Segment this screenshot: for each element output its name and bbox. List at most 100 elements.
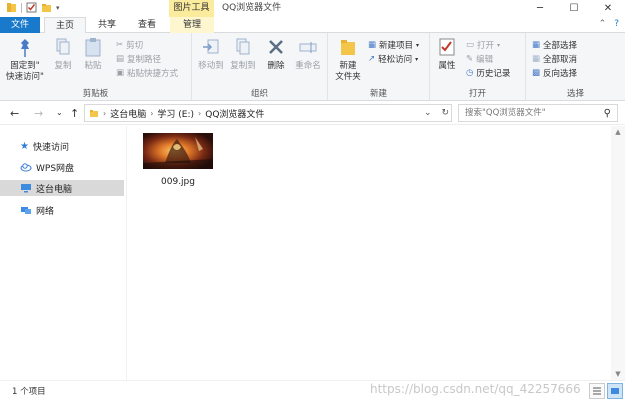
copy-to-label: 复制到 (230, 61, 256, 71)
copy-path-icon: ▤ (116, 54, 125, 64)
forward-button[interactable]: → (34, 107, 43, 120)
select-all-label: 全部选择 (543, 41, 578, 51)
select-all-button[interactable]: ▦ 全部选择 (532, 39, 577, 51)
new-item-label: 新建项目 (379, 41, 414, 51)
paste-shortcut-icon: ▣ (116, 68, 125, 78)
invert-selection-button[interactable]: ▩ 反向选择 (532, 67, 577, 79)
nav-item-label: 这台电脑 (36, 184, 73, 195)
copy-button[interactable]: 复制 (50, 37, 76, 72)
image-thumbnail (143, 133, 213, 169)
vertical-scrollbar[interactable]: ▲ ▼ (611, 126, 625, 380)
history-icon: ◷ (466, 68, 474, 78)
details-view-button[interactable] (589, 383, 605, 399)
paste-label: 粘贴 (84, 61, 102, 71)
cut-label: 剪切 (126, 41, 144, 51)
delete-button[interactable]: 删除 (264, 37, 288, 72)
window-controls: ─ ☐ ✕ (523, 0, 625, 17)
edit-label: 编辑 (476, 55, 494, 65)
delete-label: 删除 (267, 61, 285, 71)
address-dropdown-icon[interactable]: ⌄ (424, 108, 432, 118)
pin-to-quick-access-button[interactable]: 固定到" 快速访问" (4, 37, 46, 83)
history-button[interactable]: ◷ 历史记录 (466, 67, 510, 79)
tab-view[interactable]: 查看 (132, 17, 162, 33)
edit-button[interactable]: ✎ 编辑 (466, 53, 493, 65)
tab-manage[interactable]: 管理 (170, 17, 214, 33)
pin-label: 固定到" 快速访问" (6, 61, 44, 82)
scroll-down-icon[interactable]: ▼ (611, 368, 625, 380)
copy-label: 复制 (54, 61, 72, 71)
nav-item-this-pc[interactable]: 这台电脑 (0, 180, 124, 196)
tab-share[interactable]: 共享 (92, 17, 122, 33)
details-view-icon (593, 387, 601, 395)
qat-dropdown-icon[interactable]: ▾ (56, 4, 60, 12)
new-folder-icon[interactable] (41, 2, 52, 13)
organize-group-label: 组织 (250, 89, 268, 99)
file-item[interactable]: 009.jpg (142, 133, 214, 191)
breadcrumb-drive[interactable]: 学习 (E:) (157, 107, 194, 120)
up-button[interactable]: ↑ (70, 107, 79, 120)
minimize-button[interactable]: ─ (523, 0, 557, 17)
star-icon: ★ (20, 140, 29, 152)
recent-locations-button[interactable]: ⌄ (56, 108, 63, 117)
breadcrumb-this-pc[interactable]: 这台电脑 (110, 107, 146, 120)
copy-path-button[interactable]: ▤ 复制路径 (116, 53, 161, 65)
address-bar[interactable]: › 这台电脑 › 学习 (E:) › QQ浏览器文件 (84, 104, 452, 122)
properties-label: 属性 (438, 61, 456, 71)
address-toolbar: ← → ⌄ ↑ › 这台电脑 › 学习 (E:) › QQ浏览器文件 ⌄ ↻ 搜… (0, 101, 625, 125)
select-none-icon: ▦ (532, 54, 541, 64)
breadcrumb-folder[interactable]: QQ浏览器文件 (205, 107, 264, 120)
nav-item-network[interactable]: 网络 (0, 202, 124, 218)
navigation-pane: ★ 快速访问 WPS网盘 这台电脑 网络 (0, 126, 126, 380)
properties-button[interactable]: 属性 (434, 37, 460, 72)
open-label: 打开 (477, 41, 495, 51)
folder-icon (341, 40, 355, 55)
search-icon[interactable]: ⚲ (604, 106, 611, 122)
open-button[interactable]: ▭ 打开 ▾ (466, 39, 500, 51)
easy-access-label: 轻松访问 (378, 55, 413, 65)
select-none-button[interactable]: ▦ 全部取消 (532, 53, 577, 65)
open-group: 属性 ▭ 打开 ▾ ✎ 编辑 ◷ 历史记录 打开 (430, 33, 526, 101)
new-item-button[interactable]: ▦ 新建项目 ▾ (368, 39, 419, 51)
folder-icon (90, 110, 98, 117)
select-none-label: 全部取消 (543, 55, 578, 65)
title-bar: ▾ 图片工具 QQ浏览器文件 ─ ☐ ✕ (0, 0, 625, 17)
delete-x-icon (269, 40, 283, 54)
tab-home[interactable]: 主页 (44, 17, 86, 34)
rename-button[interactable]: 重命名 (292, 37, 324, 72)
cut-button[interactable]: ✂ 剪切 (116, 39, 143, 51)
nav-item-wps-cloud[interactable]: WPS网盘 (0, 159, 124, 175)
breadcrumb-separator: › (103, 108, 107, 118)
easy-access-button[interactable]: ↗ 轻松访问 ▾ (368, 53, 418, 65)
copy-path-label: 复制路径 (127, 55, 162, 65)
new-group-label: 新建 (369, 89, 387, 99)
pin-icon (21, 39, 29, 57)
ribbon-options: ⌃ ? (599, 19, 619, 29)
search-box[interactable]: 搜索"QQ浏览器文件" ⚲ (458, 104, 618, 122)
paste-button[interactable]: 粘贴 (80, 37, 106, 72)
address-actions: ⌄ ↻ (424, 104, 449, 122)
refresh-icon[interactable]: ↻ (442, 108, 450, 118)
large-icons-view-button[interactable] (607, 383, 623, 399)
scroll-up-icon[interactable]: ▲ (611, 126, 625, 138)
move-to-icon (203, 39, 219, 54)
move-to-label: 移动到 (198, 61, 224, 71)
paste-shortcut-button[interactable]: ▣ 粘贴快捷方式 (116, 67, 178, 79)
back-button[interactable]: ← (10, 107, 19, 120)
watermark: https://blog.csdn.net/qq_42257666 (370, 382, 581, 396)
open-group-label: 打开 (468, 89, 486, 99)
breadcrumb-separator: › (150, 108, 154, 118)
collapse-ribbon-icon[interactable]: ⌃ (599, 19, 607, 29)
close-button[interactable]: ✕ (591, 0, 625, 17)
tab-file[interactable]: 文件 (0, 17, 40, 33)
help-icon[interactable]: ? (614, 19, 619, 29)
nav-item-quick-access[interactable]: ★ 快速访问 (0, 138, 124, 154)
maximize-button[interactable]: ☐ (557, 0, 591, 17)
move-to-button[interactable]: 移动到 (196, 37, 226, 72)
ribbon: 固定到" 快速访问" 复制 粘贴 ✂ 剪切 ▤ 复制路径 ▣ 粘贴快捷方式 剪贴板 移… (0, 33, 625, 101)
clipboard-group: 固定到" 快速访问" 复制 粘贴 ✂ 剪切 ▤ 复制路径 ▣ 粘贴快捷方式 剪贴板 (0, 33, 192, 101)
copy-to-button[interactable]: 复制到 (228, 37, 258, 72)
properties-check-icon[interactable] (26, 2, 37, 13)
paste-shortcut-label: 粘贴快捷方式 (127, 69, 179, 79)
nav-item-label: 快速访问 (32, 142, 69, 153)
new-folder-button[interactable]: 新建 文件夹 (332, 37, 364, 83)
